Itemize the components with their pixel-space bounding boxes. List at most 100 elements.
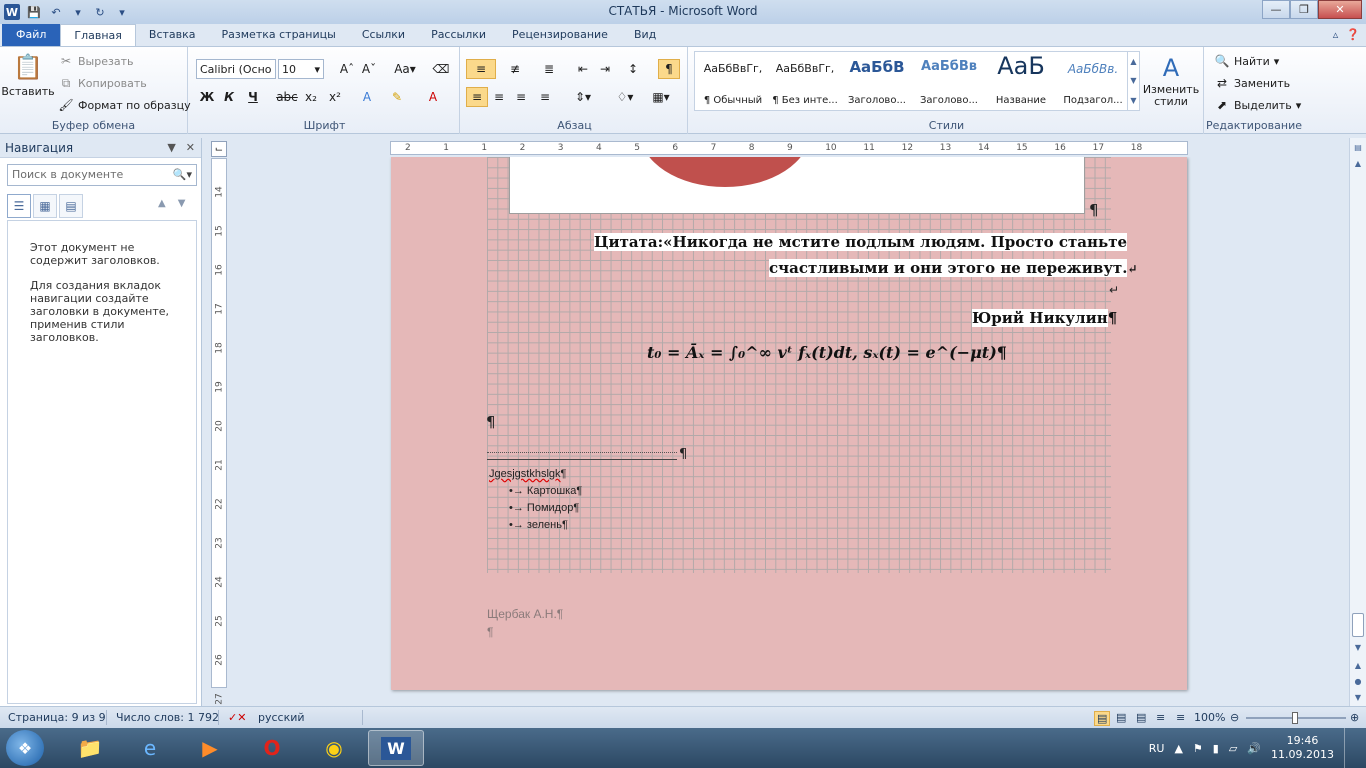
- select-button[interactable]: ⬈ Выделить ▾: [1214, 97, 1301, 113]
- align-left-icon[interactable]: ≡: [466, 87, 488, 107]
- cut-button[interactable]: ✂ Вырезать: [58, 53, 134, 69]
- save-icon[interactable]: 💾: [26, 4, 42, 20]
- change-styles-button[interactable]: A Изменить стили: [1142, 53, 1200, 108]
- full-screen-reading-icon[interactable]: ▤: [1116, 711, 1126, 724]
- network-icon[interactable]: ▱: [1229, 742, 1237, 755]
- view-ruler-icon[interactable]: ▤: [1351, 140, 1365, 154]
- footer-author[interactable]: Щербак А.Н.¶: [487, 607, 563, 621]
- chevron-down-icon[interactable]: ▼: [1130, 76, 1136, 85]
- numbering-icon[interactable]: ≢: [500, 59, 530, 79]
- zoom-slider-knob[interactable]: [1292, 712, 1298, 724]
- word-count[interactable]: Число слов: 1 792: [116, 711, 219, 724]
- headings-view-icon[interactable]: ☰: [7, 194, 31, 218]
- embedded-chart[interactable]: [509, 157, 1085, 214]
- customize-qat-icon[interactable]: ▾: [114, 4, 130, 20]
- scrollbar-thumb[interactable]: [1352, 613, 1364, 637]
- style-heading-2[interactable]: АаБбВв Заголово...: [913, 52, 985, 110]
- pages-view-icon[interactable]: ▦: [33, 194, 57, 218]
- chrome-icon[interactable]: ◉: [306, 730, 362, 766]
- minimize-button[interactable]: —: [1262, 0, 1290, 19]
- minimize-ribbon-icon[interactable]: ▵: [1333, 28, 1339, 41]
- strikethrough-icon[interactable]: abc: [276, 87, 298, 107]
- style-subtitle[interactable]: АаБбВв. Подзагол...: [1057, 52, 1129, 110]
- battery-icon[interactable]: ▮: [1213, 742, 1219, 755]
- opera-icon[interactable]: O: [244, 730, 300, 766]
- browse-object-icon[interactable]: ●: [1351, 674, 1365, 688]
- page[interactable]: ¶ Цитата:«Никогда не мстите подлым людям…: [391, 157, 1187, 690]
- list-item[interactable]: •→ Картошка¶: [509, 485, 582, 497]
- tab-review[interactable]: Рецензирование: [499, 24, 621, 46]
- zoom-level[interactable]: 100%: [1194, 711, 1225, 724]
- grow-font-icon[interactable]: Aˆ: [336, 59, 358, 79]
- zoom-in-icon[interactable]: ⊕: [1350, 711, 1359, 724]
- flag-icon[interactable]: ⚑: [1193, 742, 1203, 755]
- search-icon[interactable]: 🔍▾: [173, 168, 192, 182]
- decrease-indent-icon[interactable]: ⇤: [572, 59, 594, 79]
- search-input[interactable]: Поиск в документе 🔍▾: [7, 164, 197, 186]
- text-effects-icon[interactable]: A: [356, 87, 378, 107]
- media-player-icon[interactable]: ▶: [182, 730, 238, 766]
- word-logo-icon[interactable]: W: [4, 4, 20, 20]
- shading-icon[interactable]: ♢▾: [610, 87, 640, 107]
- chevron-up-icon[interactable]: ▲: [1130, 57, 1136, 66]
- language-indicator[interactable]: русский: [258, 711, 305, 724]
- format-painter-button[interactable]: 🖌 Формат по образцу: [58, 97, 190, 113]
- web-layout-icon[interactable]: ▤: [1136, 711, 1146, 724]
- scroll-up-icon[interactable]: ▲: [1351, 156, 1365, 170]
- clear-formatting-icon[interactable]: ⌫: [430, 59, 452, 79]
- change-case-icon[interactable]: Aa▾: [390, 59, 420, 79]
- copy-button[interactable]: ⧉ Копировать: [58, 75, 147, 91]
- more-styles-icon[interactable]: ▼: [1130, 96, 1136, 105]
- zoom-slider[interactable]: [1246, 712, 1346, 724]
- undo-icon[interactable]: ↶: [48, 4, 64, 20]
- tab-file[interactable]: Файл: [2, 24, 61, 46]
- style-no-spacing[interactable]: АаБбВвГг, ¶ Без инте...: [769, 52, 841, 110]
- italic-icon[interactable]: К: [218, 87, 240, 107]
- increase-indent-icon[interactable]: ⇥: [594, 59, 616, 79]
- results-view-icon[interactable]: ▤: [59, 194, 83, 218]
- horizontal-ruler[interactable]: 2 1 1 2 3 4 5 6 7 8 9 10 11 12 13 14 15 16 17 18: [390, 141, 1188, 155]
- style-title[interactable]: АаБ Название: [985, 52, 1057, 110]
- next-page-icon[interactable]: ▼: [1351, 690, 1365, 704]
- previous-arrow-icon[interactable]: ▲: [158, 198, 166, 209]
- zoom-out-icon[interactable]: ⊖: [1230, 711, 1239, 724]
- next-arrow-icon[interactable]: ▼: [178, 198, 186, 209]
- quote-line-2[interactable]: счастливыми и они этого не переживут.↵: [769, 259, 1138, 277]
- borders-icon[interactable]: ▦▾: [646, 87, 676, 107]
- language-indicator[interactable]: RU: [1149, 742, 1165, 755]
- show-formatting-marks-icon[interactable]: ¶: [658, 59, 680, 79]
- draft-view-icon[interactable]: ≡: [1176, 711, 1185, 724]
- justify-icon[interactable]: ≡: [534, 87, 556, 107]
- vertical-ruler[interactable]: 14 15 16 17 18 19 20 21 22 23 24 25 26 27: [211, 158, 227, 705]
- clock[interactable]: 19:46 11.09.2013: [1271, 734, 1334, 762]
- print-layout-icon[interactable]: ▤: [1094, 711, 1111, 726]
- styles-scroll[interactable]: ▲ ▼ ▼: [1127, 52, 1139, 110]
- find-button[interactable]: 🔍 Найти ▾: [1214, 53, 1280, 69]
- start-button[interactable]: ❖: [6, 730, 44, 766]
- font-name-combo[interactable]: Calibri (Осно: [196, 59, 276, 79]
- vertical-scrollbar[interactable]: ▤ ▲ ▼ ▲ ● ▼: [1349, 138, 1366, 706]
- tab-selector[interactable]: ⌙: [211, 141, 227, 157]
- help-icon[interactable]: ❓: [1346, 28, 1360, 41]
- redo-icon[interactable]: ↻: [92, 4, 108, 20]
- tab-page-layout[interactable]: Разметка страницы: [209, 24, 349, 46]
- quote-line-1[interactable]: Цитата:«Никогда не мстите подлым людям. …: [594, 233, 1128, 251]
- highlight-icon[interactable]: ✎: [386, 87, 408, 107]
- underline-icon[interactable]: Ч: [242, 87, 264, 107]
- replace-button[interactable]: ⇄ Заменить: [1214, 75, 1290, 91]
- volume-icon[interactable]: 🔊: [1247, 742, 1261, 755]
- tab-insert[interactable]: Вставка: [136, 24, 209, 46]
- chevron-down-icon[interactable]: ▼: [167, 141, 175, 154]
- multilevel-list-icon[interactable]: ≣: [534, 59, 564, 79]
- sort-icon[interactable]: ↕: [622, 59, 644, 79]
- align-center-icon[interactable]: ≡: [488, 87, 510, 107]
- line-spacing-icon[interactable]: ⇕▾: [568, 87, 598, 107]
- scroll-down-icon[interactable]: ▼: [1351, 640, 1365, 654]
- tab-view[interactable]: Вид: [621, 24, 669, 46]
- style-normal[interactable]: АаБбВвГг, ¶ Обычный: [697, 52, 769, 110]
- word-taskbar-icon[interactable]: W: [368, 730, 424, 766]
- maximize-button[interactable]: ❐: [1290, 0, 1318, 19]
- font-size-combo[interactable]: 10 ▾: [278, 59, 324, 79]
- dropdown-arrow-icon[interactable]: ▾: [70, 4, 86, 20]
- author-line[interactable]: Юрий Никулин¶: [972, 309, 1117, 327]
